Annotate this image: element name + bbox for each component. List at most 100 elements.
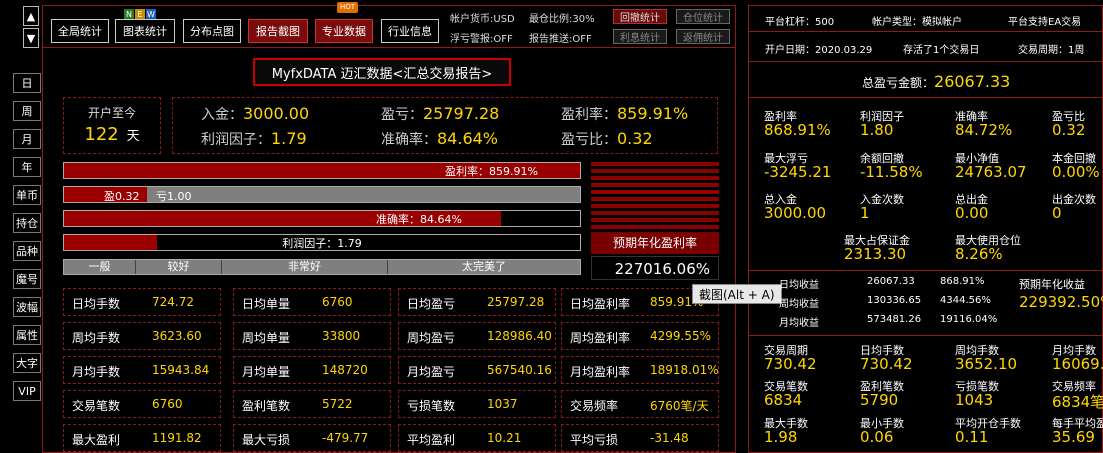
platform-leverage: 平台杠杆：500 (765, 17, 835, 28)
profit-label: 盈亏： (381, 107, 423, 123)
right-stat-value: 730.42 (764, 355, 817, 373)
stat-cell: 交易笔数 6760 (63, 390, 221, 418)
loss-bar-label: 亏1.00 (156, 190, 192, 203)
nav-week[interactable]: 周 (13, 101, 41, 121)
stat-label: 日均盈利率 (570, 297, 631, 311)
earn-amount: 26067.33 (867, 276, 915, 287)
right-stat-value: 0.00 (955, 204, 989, 222)
profit-value: 25797.28 (423, 104, 500, 123)
stat-value: -31.48 (650, 431, 689, 445)
right-stat-value: 1043 (955, 391, 994, 409)
total-pnl-label: 总盈亏金额： (862, 76, 935, 90)
position-stats-button[interactable]: 仓位统计 (676, 9, 730, 24)
screenshot-tooltip: 截图(Alt + A) (692, 284, 782, 304)
stat-value: 25797.28 (487, 295, 545, 309)
earn-percent: 4344.56% (940, 295, 991, 306)
down-arrow-icon: ▼ (26, 31, 36, 45)
right-stat-value: 0.06 (860, 428, 894, 446)
stat-value: 5722 (322, 397, 353, 411)
nav-single-currency[interactable]: 单币 (13, 185, 41, 205)
nav-large-font[interactable]: 大字 (13, 353, 41, 373)
right-stat-value: 1.98 (764, 428, 798, 446)
stat-cell: 日均盈亏 25797.28 (398, 288, 556, 316)
scroll-up-button[interactable]: ▲ (23, 6, 39, 26)
stat-value: 567540.16 (487, 363, 552, 377)
earn-amount: 573481.26 (867, 314, 922, 325)
nav-year[interactable]: 年 (13, 157, 41, 177)
right-stat-value: 3652.10 (955, 355, 1018, 373)
rating-scale: 一般 较好 非常好 太完美了 (63, 259, 581, 275)
interest-stats-button[interactable]: 利息统计 (613, 29, 667, 44)
right-stat-value: 6834笔 (1052, 393, 1103, 411)
stat-value: -479.77 (322, 431, 369, 445)
right-stat-value: 5790 (860, 391, 899, 409)
since-label: 开户至今 (87, 106, 136, 120)
right-stat-value: 0.00% (1052, 163, 1100, 181)
drawdown-stats-button[interactable]: 回撤统计 (613, 9, 667, 24)
stat-cell: 平均亏损 -31.48 (561, 424, 719, 452)
deposit-label: 入金： (201, 107, 243, 123)
right-divider-2 (748, 61, 1103, 62)
stat-value: 4299.55% (650, 329, 712, 343)
accuracy-label: 准确率： (381, 132, 437, 148)
stat-label: 月均盈利率 (570, 365, 631, 379)
toolbar-divider (42, 47, 736, 48)
nav-volatility[interactable]: 波幅 (13, 297, 41, 317)
nav-vip[interactable]: VIP (13, 381, 41, 401)
rebate-stats-button[interactable]: 返佣统计 (676, 29, 730, 44)
stat-cell: 盈利笔数 5722 (233, 390, 391, 418)
roi-label: 盈利率： (561, 107, 617, 123)
right-stat-value: 24763.07 (955, 163, 1027, 181)
stat-label: 亏损笔数 (407, 399, 456, 413)
nav-month[interactable]: 月 (13, 129, 41, 149)
scroll-down-button[interactable]: ▼ (23, 28, 39, 48)
chart-stats-button[interactable]: 图表统计 (115, 19, 175, 43)
stat-label: 最大亏损 (242, 433, 291, 447)
pf-row: 利润因子：1.79 (201, 129, 307, 149)
earn-label: 日均收益 (779, 280, 819, 291)
win-loss-bar: 盈0.32 亏1.00 (63, 186, 581, 203)
report-push-label[interactable]: 报告推送:OFF (529, 30, 592, 45)
nav-day[interactable]: 日 (13, 73, 41, 93)
annual-yield-label: 预期年化收益 (1019, 278, 1085, 291)
new-badge-e: E (135, 9, 145, 19)
total-pnl-row: 总盈亏金额：26067.33 (862, 72, 1010, 91)
stat-value: 1037 (487, 397, 518, 411)
earn-amount: 130336.65 (867, 295, 922, 306)
nav-magic[interactable]: 魔号 (13, 269, 41, 289)
survival-days: 存活了1个交易日 (903, 45, 980, 56)
since-open-box: 开户至今 122 天 (63, 97, 161, 154)
annual-value: 227016.06% (591, 256, 719, 280)
report-screenshot-button[interactable]: 报告截图 (248, 19, 308, 43)
hot-badge: HOT (337, 2, 359, 13)
trade-cycle: 交易周期：1周 (1018, 45, 1085, 56)
right-stat-value: 35.69 (1052, 428, 1095, 446)
ea-support: 平台支持EA交易 (1008, 17, 1082, 28)
pf-value: 1.79 (271, 129, 307, 148)
account-currency-label: 帐户货币:USD (450, 14, 515, 25)
open-date: 开户日期：2020.03.29 (765, 45, 873, 56)
since-days-unit: 天 (126, 129, 140, 144)
stat-label: 交易笔数 (72, 399, 121, 413)
pro-data-button[interactable]: 专业数据 (315, 19, 373, 43)
right-stat-value: 2313.30 (844, 245, 907, 263)
max-ratio-label: 最仓比例:30% (529, 14, 595, 25)
stat-cell: 周均盈亏 128986.40 (398, 322, 556, 350)
rating-perfect: 太完美了 (462, 260, 506, 273)
stat-label: 日均盈亏 (407, 297, 456, 311)
float-alert-label[interactable]: 浮亏警报:OFF (450, 30, 513, 45)
stat-value: 148720 (322, 363, 368, 377)
distribution-button[interactable]: 分布点图 (183, 19, 241, 43)
nav-position[interactable]: 持仓 (13, 213, 41, 233)
plr-row: 盈亏比：0.32 (561, 129, 653, 149)
right-divider (748, 270, 1103, 271)
global-stats-button[interactable]: 全局统计 (51, 19, 109, 43)
nav-attributes[interactable]: 属性 (13, 325, 41, 345)
right-stat-value: 0.32 (1052, 121, 1086, 139)
win-bar-label: 盈0.32 (104, 190, 140, 203)
nav-symbol[interactable]: 品种 (13, 241, 41, 261)
stat-cell: 月均盈利率 18918.01% (561, 356, 719, 384)
roi-bar-label: 盈利率：859.91% (445, 164, 538, 178)
stat-label: 月均手数 (72, 365, 121, 379)
industry-info-button[interactable]: 行业信息 (381, 19, 439, 43)
